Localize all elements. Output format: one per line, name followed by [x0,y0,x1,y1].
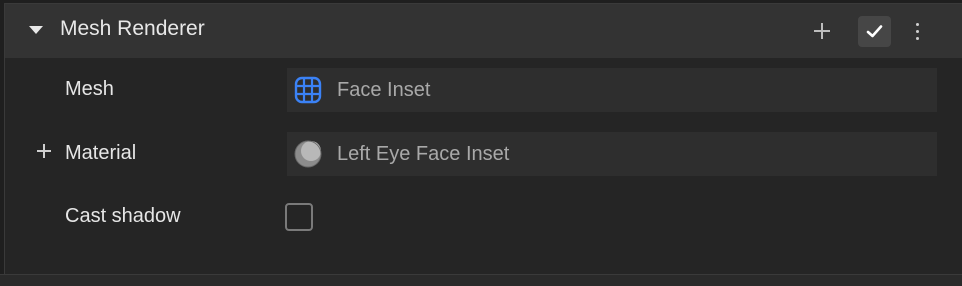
mesh-renderer-component: Mesh Renderer Mesh Face Inset Material L… [4,3,962,274]
mesh-label: Mesh [65,78,114,100]
material-sphere-icon [294,140,322,168]
material-label: Material [65,142,137,164]
caret-down-icon[interactable] [29,26,43,34]
material-field[interactable]: Left Eye Face Inset [287,132,937,176]
more-options-button[interactable] [911,20,925,42]
mesh-value: Face Inset [337,79,431,101]
mesh-grid-icon [294,76,322,104]
checkmark-icon [866,25,883,38]
cast-shadow-checkbox[interactable] [285,203,313,231]
more-vertical-icon [916,23,919,26]
panel-divider [0,274,962,286]
enabled-toggle[interactable] [858,16,891,47]
add-material-button[interactable] [35,142,53,160]
mesh-field[interactable]: Face Inset [287,68,937,112]
component-title: Mesh Renderer [60,17,205,40]
material-value: Left Eye Face Inset [337,143,510,165]
cast-shadow-label: Cast shadow [65,205,181,227]
component-header[interactable]: Mesh Renderer [5,4,962,58]
add-button[interactable] [809,18,835,44]
